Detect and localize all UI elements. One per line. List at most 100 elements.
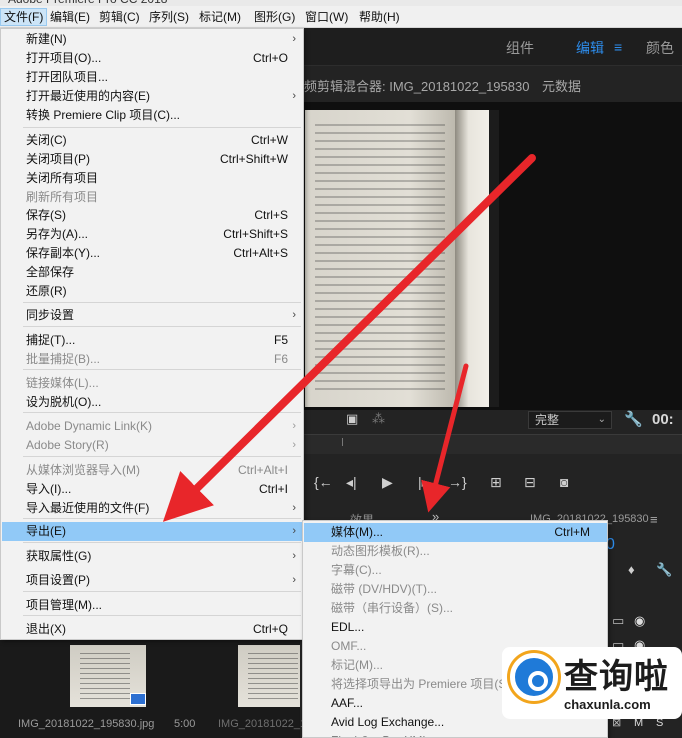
chevron-right-icon: › <box>292 525 296 537</box>
menu-item-export[interactable]: 导出(E) › <box>2 522 302 541</box>
menu-item-label: 打开项目(O)... <box>26 51 102 65</box>
watermark-q-icon <box>510 653 558 701</box>
marker-icon[interactable]: ▣ <box>346 411 358 427</box>
export-item-label: 动态图形模板(R)... <box>331 544 430 558</box>
menu-item-open-project[interactable]: 打开项目(O)... Ctrl+O <box>2 49 302 68</box>
monitor-time-ruler[interactable] <box>300 434 682 454</box>
menu-item-close-all-projects[interactable]: 关闭所有项目 <box>2 169 302 188</box>
track-toggle-icon[interactable]: ▭ <box>612 613 624 629</box>
menu-item-label: 导入(I)... <box>26 482 72 496</box>
workspace-bar <box>300 28 682 66</box>
export-item-label: 磁带（串行设备）(S)... <box>331 601 453 615</box>
export-item-label: Avid Log Exchange... <box>331 715 445 729</box>
export-item-label: Final Cut Pro XML... <box>331 732 439 737</box>
menu-item-open-recent[interactable]: 打开最近使用的内容(E) › <box>2 87 302 106</box>
chevron-down-icon: ⌄ <box>597 414 606 425</box>
menu-item-open-team-project[interactable]: 打开团队项目... <box>2 68 302 87</box>
menu-clip[interactable]: 剪辑(C) <box>96 8 143 26</box>
menu-item-save-as[interactable]: 另存为(A)... Ctrl+Shift+S <box>2 225 302 244</box>
menu-item-label: 关闭(C) <box>26 133 67 147</box>
menu-item-label: 另存为(A)... <box>26 227 88 241</box>
fit-dropdown[interactable]: 完整 ⌄ <box>528 411 612 429</box>
menu-item-label: 退出(X) <box>26 622 66 636</box>
menu-item-label: 项目管理(M)... <box>26 598 102 612</box>
timeline-wrench-icon[interactable]: 🔧 <box>656 562 672 578</box>
workspace-color[interactable]: 颜色 <box>646 38 674 58</box>
go-to-in-icon[interactable]: {← <box>314 474 333 490</box>
export-item-motion-graphics-template: 动态图形模板(R)... <box>304 542 607 561</box>
wrench-icon[interactable]: 🔧 <box>624 410 643 428</box>
menu-file[interactable]: 文件(F) <box>0 8 48 26</box>
step-forward-icon[interactable]: |▸ <box>418 474 429 491</box>
menu-item-close-project[interactable]: 关闭项目(P) Ctrl+Shift+W <box>2 150 302 169</box>
menu-sequence[interactable]: 序列(S) <box>146 8 192 26</box>
menu-edit[interactable]: 编辑(E) <box>47 8 93 26</box>
play-icon[interactable]: ▶ <box>382 474 393 491</box>
drag-video-icon[interactable]: ⁂ <box>372 411 385 427</box>
menu-item-label: 新建(N) <box>26 32 67 46</box>
go-to-out-icon[interactable]: →} <box>448 474 467 490</box>
insert-icon[interactable]: ⊞ <box>490 474 502 491</box>
menu-item-shortcut: Ctrl+O <box>252 51 288 65</box>
chevron-right-icon: › <box>292 502 296 514</box>
menu-item-shortcut: Ctrl+S <box>254 208 288 222</box>
menu-item-label: 导入最近使用的文件(F) <box>26 501 150 515</box>
menu-item-new[interactable]: 新建(N) › <box>2 30 302 49</box>
bin-thumbnail-2[interactable] <box>238 645 300 707</box>
overwrite-icon[interactable]: ⊟ <box>524 474 536 491</box>
menu-separator <box>23 456 301 457</box>
step-back-icon[interactable]: ◂| <box>346 474 357 491</box>
menu-item-save-copy[interactable]: 保存副本(Y)... Ctrl+Alt+S <box>2 244 302 263</box>
menu-item-label: 捕捉(T)... <box>26 333 76 347</box>
playhead-timecode[interactable]: 00: <box>652 411 674 428</box>
workspace-assembly[interactable]: 组件 <box>506 38 534 58</box>
eye-icon[interactable]: ◉ <box>634 613 645 629</box>
menu-item-exit[interactable]: 退出(X) Ctrl+Q <box>2 620 302 639</box>
export-item-label: EDL... <box>331 620 365 634</box>
menu-item-save[interactable]: 保存(S) Ctrl+S <box>2 206 302 225</box>
menu-item-label: 全部保存 <box>26 265 75 279</box>
menu-item-sync-settings[interactable]: 同步设置 › <box>2 306 302 325</box>
workspace-editing[interactable]: 编辑 <box>576 38 604 58</box>
menu-marker[interactable]: 标记(M) <box>196 8 244 26</box>
menu-item-import[interactable]: 导入(I)... Ctrl+I <box>2 480 302 499</box>
export-item-label: 字幕(C)... <box>331 563 382 577</box>
menu-window[interactable]: 窗口(W) <box>302 8 351 26</box>
menu-item-label: 保存副本(Y)... <box>26 246 100 260</box>
export-item-final-cut-pro-xml[interactable]: Final Cut Pro XML... <box>304 732 607 737</box>
chevron-right-icon: › <box>292 309 296 321</box>
chevron-right-icon: › <box>292 439 296 451</box>
marker-drop-icon[interactable]: ♦ <box>628 562 635 577</box>
menu-item-close[interactable]: 关闭(C) Ctrl+W <box>2 131 302 150</box>
menu-graphics[interactable]: 图形(G) <box>251 8 298 26</box>
menu-item-project-settings[interactable]: 项目设置(P) › <box>2 571 302 590</box>
menu-separator <box>23 302 301 303</box>
menu-item-link-media: 链接媒体(L)... <box>2 374 302 393</box>
watermark-url: chaxunla.com <box>564 697 651 712</box>
menu-item-adobe-dynamic-link: Adobe Dynamic Link(K) › <box>2 417 302 436</box>
workspace-menu-icon[interactable]: ≡ <box>614 39 622 55</box>
tab-audio-clip-mixer[interactable]: 频剪辑混合器: IMG_20181022_195830 <box>304 76 529 95</box>
export-item-media[interactable]: 媒体(M)... Ctrl+M <box>304 523 607 542</box>
menu-item-import-recent-file[interactable]: 导入最近使用的文件(F) › <box>2 499 302 518</box>
menu-item-refresh-all-projects: 刷新所有项目 <box>2 188 302 207</box>
panel-menu-icon[interactable]: ≡ <box>650 512 658 527</box>
menu-separator <box>23 369 301 370</box>
menu-help[interactable]: 帮助(H) <box>356 8 403 26</box>
menu-item-label: 关闭项目(P) <box>26 152 90 166</box>
menu-item-save-all[interactable]: 全部保存 <box>2 263 302 282</box>
camera-icon[interactable]: ◙ <box>560 474 568 490</box>
export-item-label: OMF... <box>331 639 367 653</box>
menu-item-label: 打开团队项目... <box>26 70 109 84</box>
menu-item-capture[interactable]: 捕捉(T)... F5 <box>2 331 302 350</box>
menu-item-make-offline[interactable]: 设为脱机(O)... <box>2 393 302 412</box>
menu-item-revert[interactable]: 还原(R) <box>2 282 302 301</box>
menu-item-get-properties[interactable]: 获取属性(G) › <box>2 547 302 566</box>
chevron-right-icon: › <box>292 550 296 562</box>
menu-item-convert-premiere-clip[interactable]: 转换 Premiere Clip 项目(C)... <box>2 106 302 125</box>
tab-metadata[interactable]: 元数据 <box>542 76 581 95</box>
menu-item-shortcut: Ctrl+I <box>258 482 288 496</box>
export-item-edl[interactable]: EDL... <box>304 618 607 637</box>
monitor-frame-book-photo <box>305 110 489 407</box>
menu-item-project-manager[interactable]: 项目管理(M)... <box>2 596 302 615</box>
